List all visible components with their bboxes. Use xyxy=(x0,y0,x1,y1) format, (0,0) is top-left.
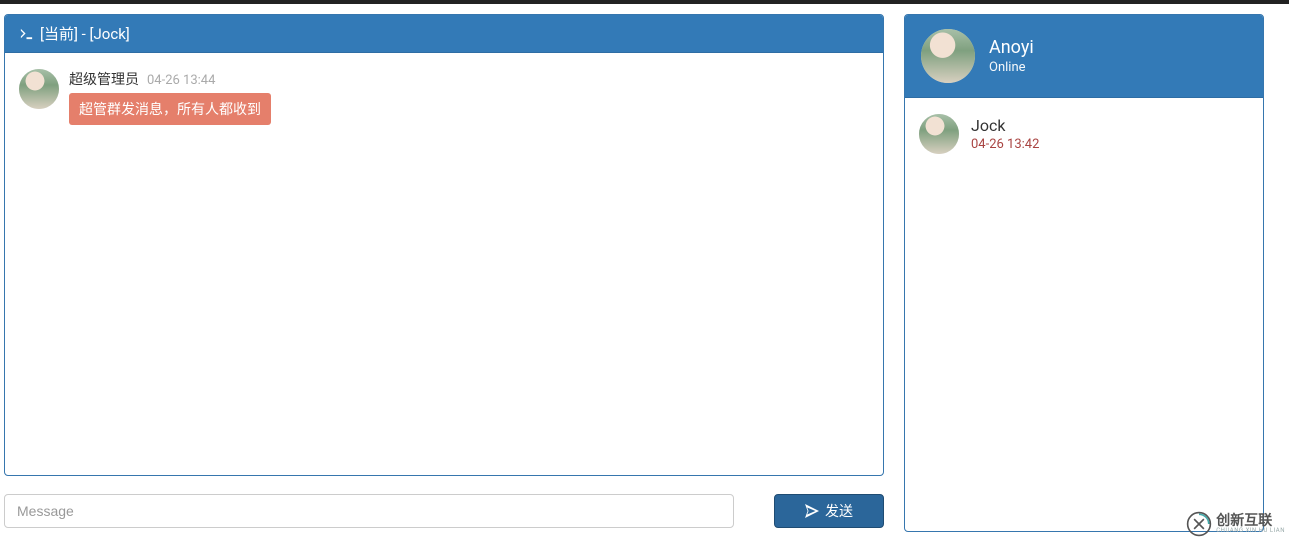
current-user-name: Anoyi xyxy=(989,37,1034,58)
message-compose-row: 发送 xyxy=(4,494,884,528)
terminal-icon xyxy=(19,26,34,41)
contact-name: Jock xyxy=(971,116,1039,135)
chat-header-title: [当前] - [Jock] xyxy=(40,23,130,44)
message-bubble: 超管群发消息，所有人都收到 xyxy=(69,93,271,125)
chat-panel-header: [当前] - [Jock] xyxy=(5,15,883,53)
contact-item[interactable]: Jock 04-26 13:42 xyxy=(919,110,1249,158)
message-input[interactable] xyxy=(4,494,734,528)
brand-name-cn: 创新互联 xyxy=(1216,514,1285,528)
brand-logo: 创新互联 CHUANG XIN HU LIAN xyxy=(1186,511,1285,537)
brand-name-en: CHUANG XIN HU LIAN xyxy=(1216,528,1285,534)
brand-mark-icon xyxy=(1186,511,1212,537)
paper-plane-icon xyxy=(805,504,819,518)
message-time: 04-26 13:44 xyxy=(147,73,215,88)
avatar xyxy=(919,114,959,154)
contact-time: 04-26 13:42 xyxy=(971,137,1039,152)
sidebar-panel: Anoyi Online Jock 04-26 13:42 xyxy=(904,14,1264,532)
sidebar-header: Anoyi Online xyxy=(905,15,1263,98)
chat-panel: [当前] - [Jock] 超级管理员 04-26 13:44 超管群发消息，所… xyxy=(4,14,884,476)
chat-message: 超级管理员 04-26 13:44 超管群发消息，所有人都收到 xyxy=(19,69,869,125)
send-button-label: 发送 xyxy=(825,501,853,521)
contact-list: Jock 04-26 13:42 xyxy=(905,98,1263,170)
send-button[interactable]: 发送 xyxy=(774,494,884,528)
avatar xyxy=(921,29,975,83)
current-user-status: Online xyxy=(989,60,1034,75)
avatar xyxy=(19,69,59,109)
message-sender: 超级管理员 xyxy=(69,69,139,89)
chat-message-area[interactable]: 超级管理员 04-26 13:44 超管群发消息，所有人都收到 xyxy=(5,53,883,475)
